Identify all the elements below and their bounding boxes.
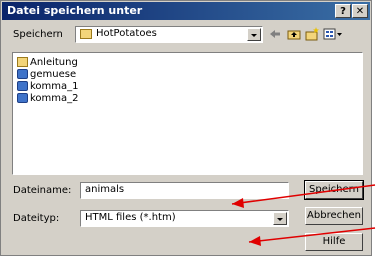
filename-label: Dateiname: bbox=[13, 185, 72, 196]
title-bar: Datei speichern unter ? ✕ bbox=[2, 2, 370, 20]
new-folder-icon[interactable] bbox=[305, 27, 319, 41]
help-button[interactable]: Hilfe bbox=[305, 233, 363, 251]
back-arrow-icon[interactable] bbox=[268, 27, 282, 41]
save-in-label: Speichern bbox=[13, 29, 63, 40]
chevron-down-icon[interactable] bbox=[247, 28, 261, 41]
filename-value: animals bbox=[85, 184, 125, 195]
location-value: HotPotatoes bbox=[96, 28, 157, 39]
filetype-dropdown[interactable]: HTML files (*.htm) bbox=[80, 210, 289, 227]
file-list[interactable]: Anleitung gemuese komma_1 komma_2 bbox=[12, 52, 363, 175]
up-folder-icon[interactable] bbox=[287, 27, 301, 41]
folder-icon bbox=[17, 57, 28, 67]
chevron-down-icon[interactable] bbox=[273, 212, 287, 225]
filetype-label: Dateityp: bbox=[13, 213, 60, 224]
filename-input[interactable]: animals bbox=[80, 182, 289, 199]
html-file-icon bbox=[17, 69, 28, 79]
html-file-icon bbox=[17, 93, 28, 103]
save-button[interactable]: Speichern bbox=[304, 180, 364, 200]
list-item[interactable]: komma_1 bbox=[17, 81, 79, 92]
cancel-button[interactable]: Abbrechen bbox=[305, 207, 363, 225]
html-file-icon bbox=[17, 81, 28, 91]
filetype-value: HTML files (*.htm) bbox=[85, 212, 176, 223]
save-dialog: Datei speichern unter ? ✕ Speichern HotP… bbox=[0, 0, 372, 256]
help-icon[interactable]: ? bbox=[335, 4, 351, 18]
view-menu-icon[interactable] bbox=[323, 27, 343, 41]
location-dropdown[interactable]: HotPotatoes bbox=[75, 26, 263, 43]
close-icon[interactable]: ✕ bbox=[352, 4, 368, 18]
folder-icon bbox=[80, 29, 92, 39]
list-item[interactable]: komma_2 bbox=[17, 93, 79, 104]
dialog-title: Datei speichern unter bbox=[7, 4, 143, 17]
list-item[interactable]: gemuese bbox=[17, 69, 76, 80]
list-item[interactable]: Anleitung bbox=[17, 57, 78, 68]
